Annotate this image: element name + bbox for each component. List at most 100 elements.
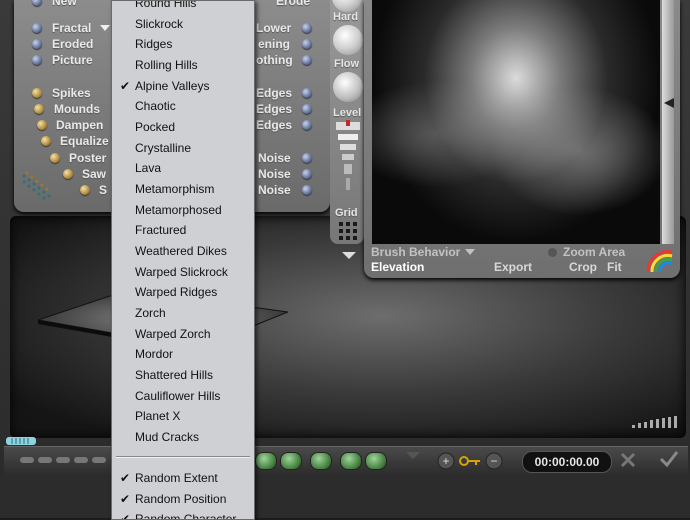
menu-item-chaotic[interactable]: Chaotic [112,96,254,116]
chevron-down-icon[interactable] [100,25,110,33]
step-forward-button[interactable] [340,452,362,470]
menu-item-label: Rolling Hills [135,58,198,72]
sharpening-label[interactable]: ening [258,37,290,51]
s-label[interactable]: S [99,183,107,197]
menu-item-mud-cracks[interactable]: Mud Cracks [112,427,254,447]
grid-icon[interactable] [339,222,357,240]
fit-button[interactable]: Fit [607,260,622,274]
menu-item-planet-x[interactable]: Planet X [112,406,254,426]
scroll-arrow-icon[interactable] [664,98,674,108]
smoothing-label[interactable]: othing [256,53,293,67]
chevron-down-icon[interactable] [342,252,356,260]
menu-item-mordor[interactable]: Mordor [112,344,254,364]
volume-indicator[interactable] [632,416,678,428]
edges-button-2[interactable] [302,104,312,114]
edges-button-1[interactable] [302,88,312,98]
menu-item-crystalline[interactable]: Crystalline [112,138,254,158]
menu-item-rolling-hills[interactable]: Rolling Hills [112,55,254,75]
noise-button-2[interactable] [302,169,312,179]
export-button[interactable]: Export [494,260,532,274]
play-button[interactable] [310,452,332,470]
fast-forward-button[interactable] [365,452,387,470]
level-slider[interactable] [336,120,360,192]
brush-behavior-menu[interactable]: Brush Behavior [371,245,460,259]
mounds-label[interactable]: Mounds [54,102,100,116]
zoom-area-button[interactable]: Zoom Area [563,245,625,259]
lower-label[interactable]: Lower [256,21,291,35]
menu-option-random-character[interactable]: ✔ Random Character [112,509,254,519]
edges-label-2[interactable]: Edges [256,102,292,116]
menu-item-warped-slickrock[interactable]: Warped Slickrock [112,262,254,282]
equalize-button[interactable] [41,136,51,146]
menu-item-lava[interactable]: Lava [112,158,254,178]
noise-label-3[interactable]: Noise [258,183,291,197]
menu-option-random-extent[interactable]: ✔ Random Extent [112,468,254,488]
menu-item-ridges[interactable]: Ridges [112,34,254,54]
confirm-icon[interactable] [659,450,679,468]
flow-knob[interactable] [333,72,363,102]
fractal-label[interactable]: Fractal [52,21,91,35]
spikes-label[interactable]: Spikes [52,86,91,100]
eroded-button[interactable] [32,39,42,49]
noise-label-1[interactable]: Noise [258,151,291,165]
crop-button[interactable]: Crop [569,260,597,274]
chevron-down-icon[interactable] [465,249,475,256]
zoom-area-indicator[interactable] [548,248,557,257]
heightfield-preview[interactable] [372,0,660,244]
smoothing-button[interactable] [302,55,312,65]
menu-item-cauliflower-hills[interactable]: Cauliflower Hills [112,386,254,406]
menu-item-weathered-dikes[interactable]: Weathered Dikes [112,241,254,261]
hard-label: Hard [333,11,359,23]
edges-button-3[interactable] [302,120,312,130]
menu-item-metamorphism[interactable]: Metamorphism [112,179,254,199]
menu-item-round-hills[interactable]: Round Hills [112,1,254,13]
picture-button[interactable] [32,55,42,65]
lower-button[interactable] [302,23,312,33]
spikes-button[interactable] [32,88,42,98]
menu-item-warped-zorch[interactable]: Warped Zorch [112,324,254,344]
hardness-knob[interactable] [333,25,363,55]
erode-label[interactable]: Erode [276,0,310,8]
keyframe-controls[interactable]: + − [436,451,508,471]
s-button[interactable] [80,185,90,195]
color-spectrum-icon[interactable] [646,248,674,274]
eroded-label[interactable]: Eroded [52,37,93,51]
sharpening-button[interactable] [302,39,312,49]
curve-handle-icon[interactable] [20,170,56,206]
noise-label-2[interactable]: Noise [258,167,291,181]
menu-item-pocked[interactable]: Pocked [112,117,254,137]
menu-item-label: Slickrock [135,17,184,31]
sawtooth-label[interactable]: Saw [82,167,106,181]
menu-item-warped-ridges[interactable]: Warped Ridges [112,282,254,302]
mounds-button[interactable] [34,104,44,114]
menu-item-alpine-valleys[interactable]: ✔ Alpine Valleys [112,76,254,96]
menu-item-label: Crystalline [135,141,192,155]
menu-item-shattered-hills[interactable]: Shattered Hills [112,365,254,385]
menu-item-fractured[interactable]: Fractured [112,220,254,240]
menu-item-metamorphosed[interactable]: Metamorphosed [112,200,254,220]
timeline-handle[interactable] [6,436,36,446]
noise-button-1[interactable] [302,153,312,163]
picture-label[interactable]: Picture [52,53,93,67]
stop-button[interactable] [280,452,302,470]
track-segments[interactable] [20,456,110,464]
equalize-label[interactable]: Equalize [60,134,109,148]
new-label[interactable]: New [52,0,77,8]
menu-item-zorch[interactable]: Zorch [112,303,254,323]
edges-label-3[interactable]: Edges [256,118,292,132]
sawtooth-button[interactable] [63,169,73,179]
fractal-type-menu[interactable]: Round Hills Slickrock Ridges Rolling Hil… [111,0,255,520]
preview-scrollbar[interactable] [662,0,674,244]
chevron-down-icon[interactable] [406,452,420,460]
rewind-button[interactable] [255,452,277,470]
edges-label-1[interactable]: Edges [256,86,292,100]
menu-item-slickrock[interactable]: Slickrock [112,14,254,34]
posterize-button[interactable] [50,153,60,163]
menu-option-random-position[interactable]: ✔ Random Position [112,489,254,509]
cancel-icon[interactable] [620,452,636,468]
dampen-label[interactable]: Dampen [56,118,103,132]
fractal-button[interactable] [32,23,42,33]
noise-button-3[interactable] [302,185,312,195]
dampen-button[interactable] [37,120,47,130]
posterize-label[interactable]: Poster [69,151,106,165]
